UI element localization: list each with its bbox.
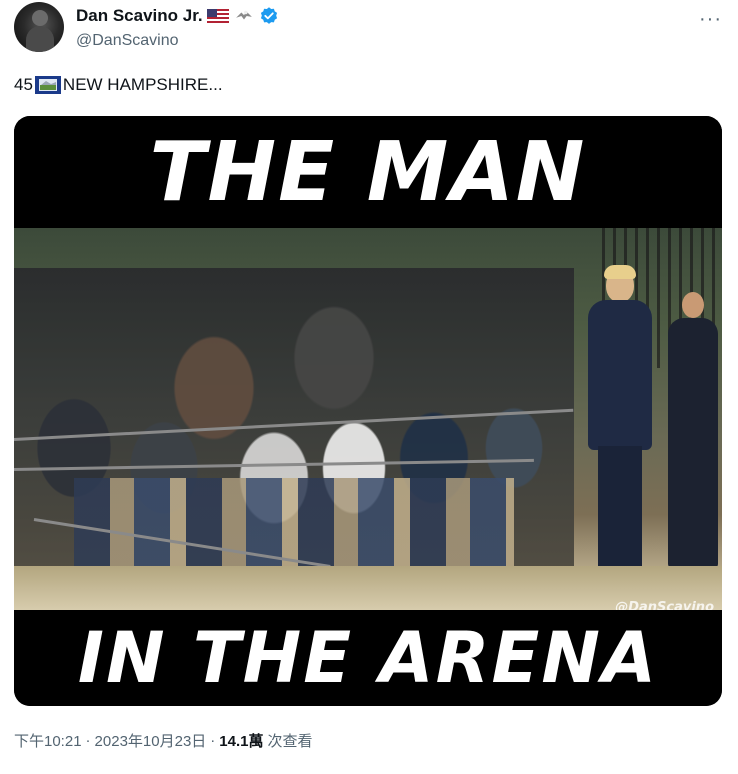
user-handle[interactable]: @DanScavino: [76, 32, 179, 50]
tweet-date[interactable]: 2023年10月23日: [95, 730, 207, 751]
press-scene-image: [14, 228, 722, 610]
name-row: Dan Scavino Jr.: [76, 6, 279, 26]
views-count[interactable]: 14.1萬: [219, 730, 263, 751]
avatar-figure-body: [26, 26, 54, 52]
verified-badge-icon: [260, 7, 277, 24]
speaker-figure: [584, 265, 654, 588]
separator: ·: [85, 732, 91, 749]
headline-band-top: THE MAN: [14, 116, 722, 228]
seated-reporters: [74, 478, 514, 578]
avatar-figure-head: [32, 10, 48, 26]
views-label: 次查看: [267, 733, 313, 750]
background-person: [668, 292, 718, 568]
tweet-header: Dan Scavino Jr. @DanScavino ···: [14, 2, 726, 56]
headline-band-bottom: IN THE ARENA: [14, 610, 722, 706]
more-options-icon[interactable]: ···: [699, 8, 722, 31]
avatar[interactable]: [14, 2, 64, 52]
tweet-time[interactable]: 下午10:21: [14, 730, 82, 751]
tweet-media-video[interactable]: THE MAN @DanScavino IN THE ARENA: [14, 116, 722, 706]
us-flag-icon: [206, 9, 229, 23]
tweet-text-body: NEW HAMPSHIRE...: [62, 75, 223, 94]
headline-bottom: IN THE ARENA: [77, 617, 659, 699]
new-hampshire-flag-icon: [34, 76, 61, 94]
separator: ·: [210, 732, 216, 749]
display-name[interactable]: Dan Scavino Jr.: [76, 6, 203, 26]
tweet-text: 45 NEW HAMPSHIRE...: [14, 75, 223, 95]
tweet-text-prefix: 45: [14, 75, 33, 94]
headline-top: THE MAN: [149, 124, 587, 220]
tweet-meta: 下午10:21 · 2023年10月23日 · 14.1萬 次查看: [14, 730, 313, 751]
eagle-icon: [235, 10, 252, 20]
